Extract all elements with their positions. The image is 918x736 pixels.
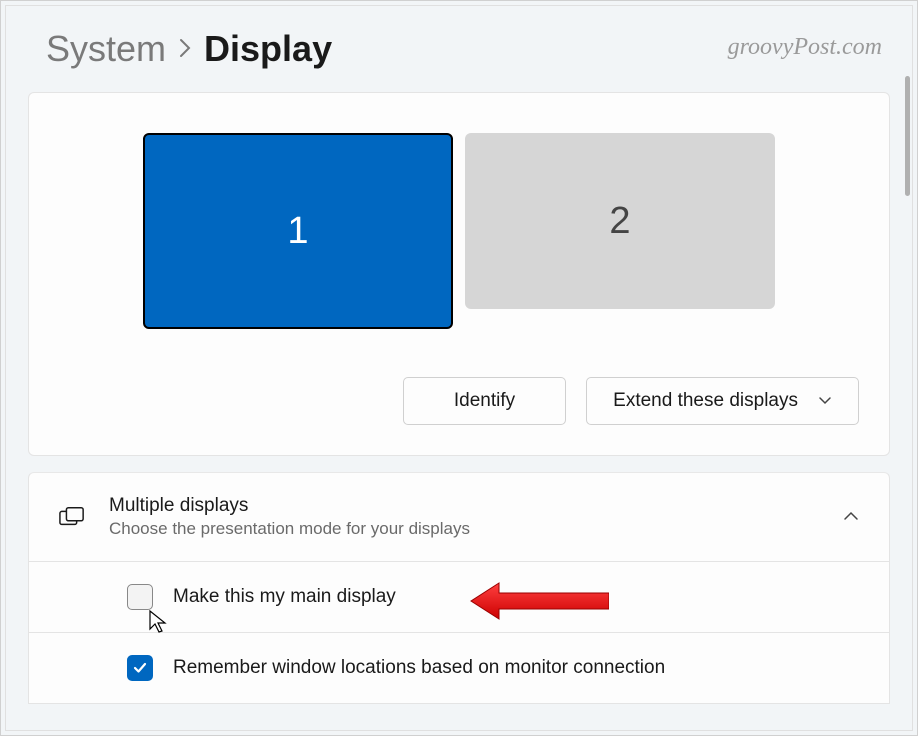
chevron-up-icon: [843, 508, 859, 526]
multiple-displays-subtitle: Choose the presentation mode for your di…: [109, 519, 819, 539]
display-monitor-1[interactable]: 1: [143, 133, 453, 329]
multiple-displays-title: Multiple displays: [109, 495, 819, 517]
scrollbar[interactable]: [905, 76, 910, 196]
breadcrumb-display: Display: [204, 28, 332, 70]
annotation-arrow-icon: [469, 580, 609, 622]
displays-area: 1 2: [59, 133, 859, 329]
remember-windows-label: Remember window locations based on monit…: [173, 657, 665, 679]
remember-windows-option: Remember window locations based on monit…: [28, 633, 890, 704]
identify-button[interactable]: Identify: [403, 377, 566, 425]
chevron-down-icon: [818, 393, 832, 409]
multiple-displays-text: Multiple displays Choose the presentatio…: [109, 495, 819, 539]
identify-button-label: Identify: [454, 390, 515, 412]
cursor-icon: [148, 609, 168, 635]
watermark: groovyPost.com: [728, 34, 882, 61]
extend-dropdown-label: Extend these displays: [613, 390, 798, 412]
breadcrumb-system[interactable]: System: [46, 28, 166, 70]
main-display-label: Make this my main display: [173, 586, 396, 608]
extend-dropdown[interactable]: Extend these displays: [586, 377, 859, 425]
main-display-option: Make this my main display: [28, 562, 890, 633]
multiple-displays-section[interactable]: Multiple displays Choose the presentatio…: [28, 472, 890, 562]
display-arrangement-card: 1 2 Identify Extend these displays: [28, 92, 890, 456]
chevron-right-icon: [178, 34, 192, 65]
main-display-checkbox[interactable]: [127, 584, 153, 610]
display-actions: Identify Extend these displays: [59, 377, 859, 425]
remember-windows-checkbox[interactable]: [127, 655, 153, 681]
display-monitor-2[interactable]: 2: [465, 133, 775, 309]
multiple-displays-icon: [59, 504, 85, 530]
